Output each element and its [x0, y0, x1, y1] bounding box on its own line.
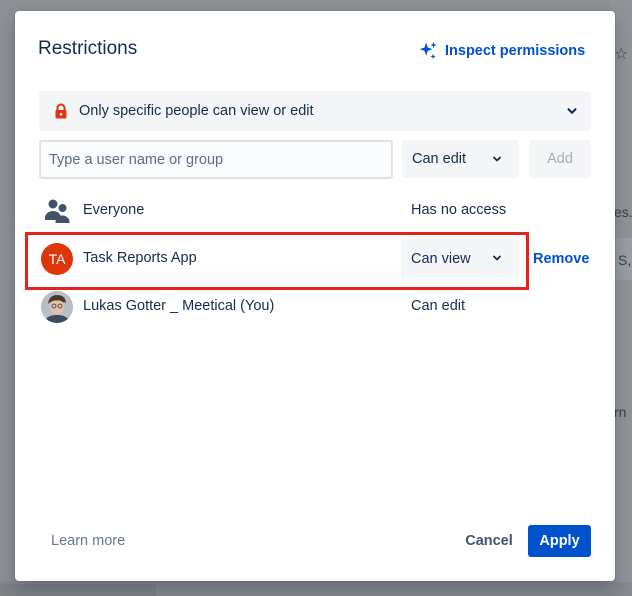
- restriction-mode-label: Only specific people can view or edit: [79, 103, 314, 119]
- user-search-input[interactable]: [39, 140, 393, 179]
- entry-name: Task Reports App: [83, 250, 197, 266]
- chevron-down-icon: [493, 156, 501, 162]
- learn-more-link[interactable]: Learn more: [51, 533, 125, 549]
- entry-name: Everyone: [83, 202, 145, 218]
- sparkle-icon: [419, 41, 437, 60]
- entry-permission-select[interactable]: Can view: [401, 239, 519, 278]
- add-button[interactable]: Add: [529, 140, 591, 178]
- chevron-down-icon: [567, 108, 577, 114]
- inspect-permissions-label: Inspect permissions: [445, 43, 586, 59]
- background-text: S,: [618, 252, 632, 268]
- entry-permission-value: Can view: [411, 250, 471, 267]
- apply-button[interactable]: Apply: [528, 525, 591, 557]
- avatar: [41, 291, 73, 323]
- dialog-title: Restrictions: [38, 38, 138, 59]
- list-item: Lukas Gotter _ Meetical (You) Can edit: [39, 287, 599, 327]
- entry-name: Lukas Gotter _ Meetical (You): [83, 298, 275, 314]
- lock-icon: [55, 103, 67, 119]
- background-text: es.: [614, 204, 632, 220]
- restrictions-dialog: Restrictions Inspect permissions Only sp…: [15, 11, 615, 581]
- background-text: rn: [614, 404, 627, 420]
- list-item: Everyone Has no access: [39, 191, 599, 231]
- avatar: TA: [41, 243, 73, 275]
- restriction-mode-select[interactable]: Only specific people can view or edit: [39, 91, 591, 131]
- entry-access: Can edit: [411, 298, 466, 314]
- people-icon: [41, 195, 73, 227]
- new-permission-select[interactable]: Can edit: [402, 140, 519, 178]
- new-permission-value: Can edit: [412, 151, 467, 167]
- cancel-button[interactable]: Cancel: [459, 525, 519, 557]
- inspect-permissions-link[interactable]: Inspect permissions: [417, 39, 585, 63]
- background-star-icon: ☆: [614, 46, 629, 63]
- entry-access: Has no access: [411, 202, 507, 218]
- chevron-down-icon: [493, 255, 501, 261]
- background-footer-left: [0, 584, 156, 596]
- remove-link[interactable]: Remove: [533, 251, 589, 267]
